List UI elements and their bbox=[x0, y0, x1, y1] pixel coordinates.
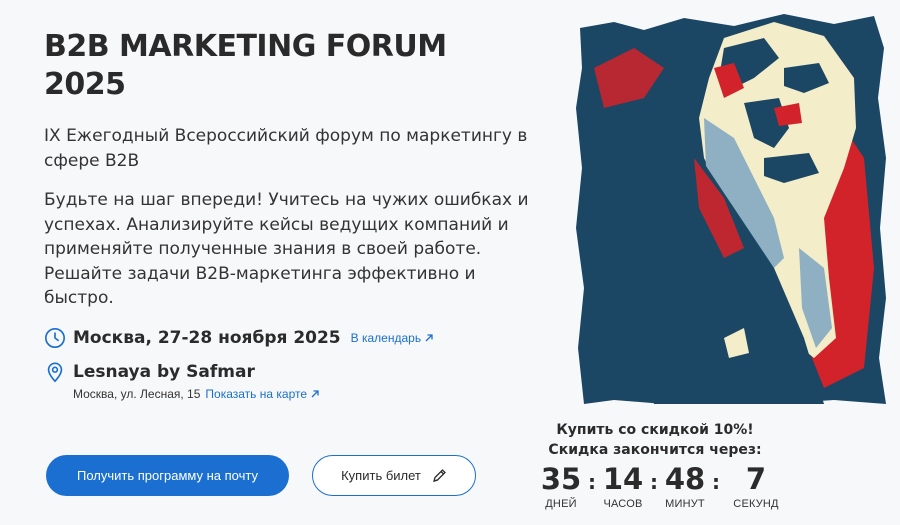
countdown-separator: : bbox=[588, 470, 596, 494]
countdown-separator: : bbox=[712, 470, 720, 494]
buy-ticket-label: Купить билет bbox=[341, 468, 421, 483]
countdown-minutes: 48 МИНУТ bbox=[662, 462, 708, 510]
pencil-icon bbox=[432, 468, 446, 482]
get-program-label: Получить программу на почту bbox=[77, 468, 258, 483]
add-to-calendar-link[interactable]: В календарь bbox=[351, 331, 434, 345]
countdown-hours: 14 ЧАСОВ bbox=[600, 462, 646, 510]
countdown-days-label: ДНЕЙ bbox=[545, 498, 577, 510]
event-date-row: Москва, 27-28 ноября 2025 В календарь bbox=[44, 326, 434, 350]
event-date: Москва, 27-28 ноября 2025 bbox=[73, 328, 341, 348]
countdown-hours-label: ЧАСОВ bbox=[603, 498, 643, 510]
countdown-minutes-label: МИНУТ bbox=[665, 498, 705, 510]
get-program-button[interactable]: Получить программу на почту bbox=[46, 455, 289, 496]
venue-name: Lesnaya by Safmar bbox=[73, 362, 255, 382]
countdown-seconds-label: СЕКУНД bbox=[733, 498, 779, 510]
promo-discount: Купить со скидкой 10%! bbox=[556, 422, 754, 438]
show-on-map-label: Показать на карте bbox=[205, 387, 308, 401]
external-arrow-icon bbox=[425, 334, 433, 342]
show-on-map-link[interactable]: Показать на карте bbox=[205, 387, 320, 401]
venue-block: Lesnaya by Safmar Москва, ул. Лесная, 15… bbox=[73, 360, 320, 401]
event-subtitle: IX Ежегодный Всероссийский форум по марк… bbox=[44, 126, 528, 171]
hero-text: B2B MARKETING FORUM 2025 IX Ежегодный Вс… bbox=[44, 28, 564, 311]
countdown-separator: : bbox=[650, 470, 658, 494]
clock-icon bbox=[45, 328, 65, 348]
countdown-seconds: 7 СЕКУНД bbox=[724, 462, 788, 510]
countdown-days-value: 35 bbox=[540, 462, 582, 496]
page-title: B2B MARKETING FORUM 2025 bbox=[44, 29, 447, 102]
venue-address: Москва, ул. Лесная, 15 bbox=[73, 387, 201, 401]
external-arrow-icon bbox=[311, 390, 319, 398]
countdown-minutes-value: 48 bbox=[664, 462, 706, 496]
countdown-seconds-value: 7 bbox=[745, 462, 767, 496]
event-venue-row: Lesnaya by Safmar Москва, ул. Лесная, 15… bbox=[44, 360, 320, 401]
location-pin-icon bbox=[47, 362, 63, 383]
speaker-poster-image bbox=[576, 14, 886, 404]
venue-address-line: Москва, ул. Лесная, 15 Показать на карте bbox=[73, 387, 320, 401]
add-to-calendar-label: В календарь bbox=[350, 331, 422, 345]
event-description: Будьте на шаг впереди! Учитесь на чужих … bbox=[44, 190, 529, 308]
buy-ticket-button[interactable]: Купить билет bbox=[312, 455, 476, 496]
countdown-hours-value: 14 bbox=[602, 462, 644, 496]
countdown-days: 35 ДНЕЙ bbox=[538, 462, 584, 510]
countdown-timer: 35 ДНЕЙ : 14 ЧАСОВ : 48 МИНУТ : 7 СЕКУНД bbox=[538, 462, 788, 510]
promo-block: Купить со скидкой 10%! Скидка закончится… bbox=[530, 420, 780, 460]
promo-deadline: Скидка закончится через: bbox=[548, 442, 762, 458]
